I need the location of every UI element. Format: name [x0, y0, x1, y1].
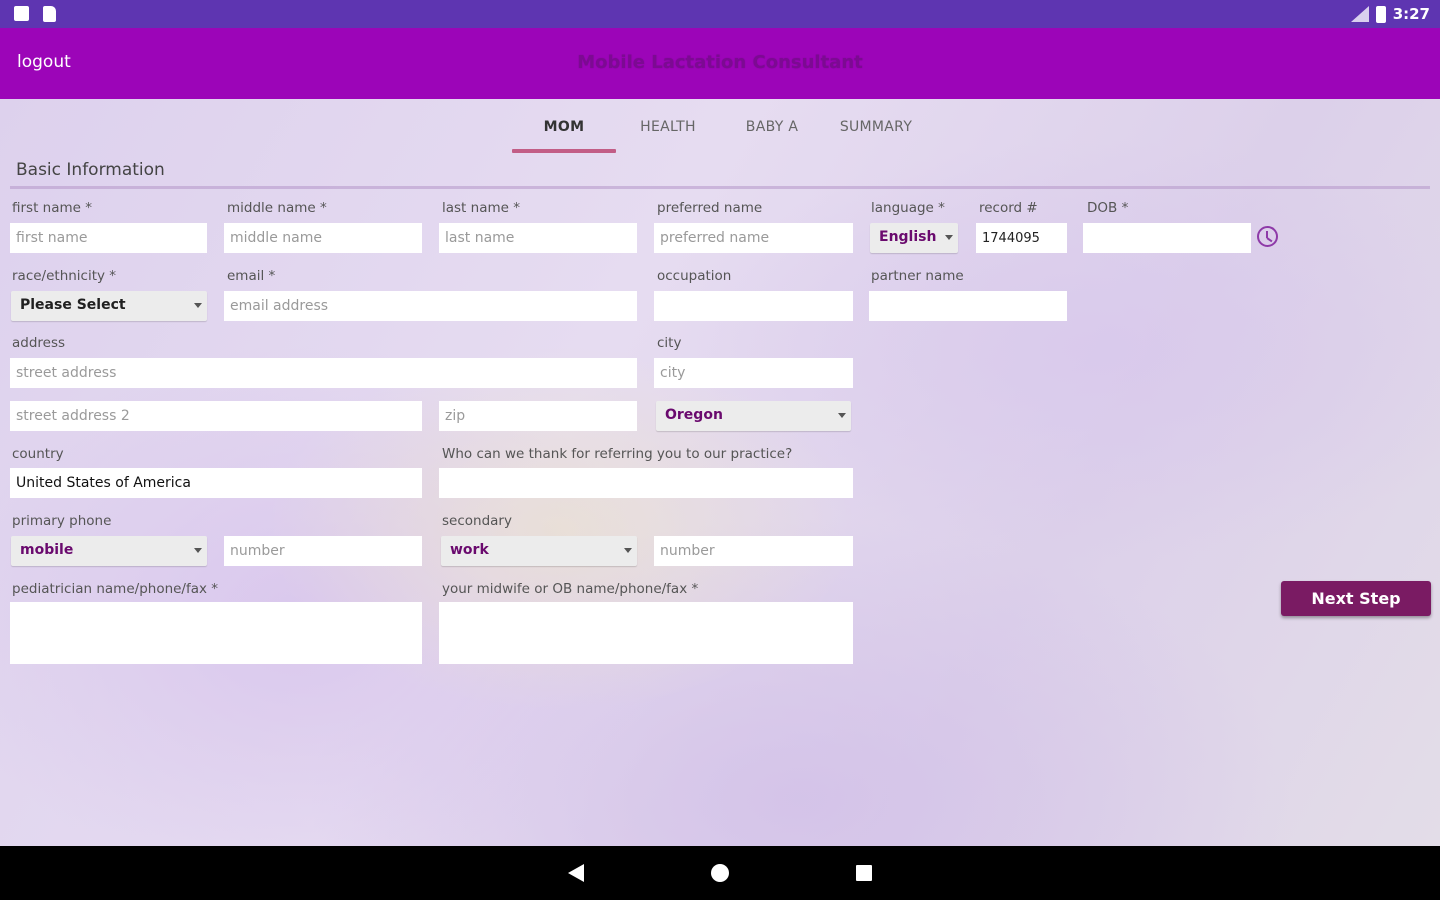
zip-input[interactable]: [439, 401, 637, 431]
back-icon[interactable]: [568, 864, 584, 882]
battery-icon: [1375, 5, 1386, 23]
primary-phone-number-input[interactable]: [224, 536, 422, 566]
country-label: country: [12, 446, 64, 462]
street-address-2-input[interactable]: [10, 401, 422, 431]
language-select[interactable]: English: [870, 223, 958, 253]
photo-icon: [14, 6, 29, 21]
tab-mom[interactable]: MOM: [512, 115, 616, 153]
country-input[interactable]: [10, 468, 422, 498]
midwife-textarea[interactable]: [439, 602, 853, 664]
record-input[interactable]: [976, 223, 1067, 253]
tab-summary[interactable]: SUMMARY: [824, 115, 928, 153]
status-time: 3:27: [1392, 5, 1430, 23]
secondary-phone-label: secondary: [442, 513, 512, 529]
form-content: MOM HEALTH BABY A SUMMARY Basic Informat…: [0, 99, 1440, 846]
section-divider: [10, 186, 1430, 189]
secondary-phone-type-select[interactable]: work: [441, 536, 637, 566]
chevron-down-icon: [194, 303, 202, 308]
primary-phone-type-value: mobile: [20, 542, 74, 558]
state-select[interactable]: Oregon: [656, 401, 851, 431]
chevron-down-icon: [945, 235, 953, 240]
city-input[interactable]: [654, 358, 853, 388]
secondary-phone-number-input[interactable]: [654, 536, 853, 566]
record-label: record #: [979, 200, 1038, 216]
midwife-label: your midwife or OB name/phone/fax *: [442, 581, 699, 597]
first-name-label: first name *: [12, 200, 92, 216]
chevron-down-icon: [838, 413, 846, 418]
status-left-icons: [14, 6, 56, 22]
occupation-input[interactable]: [654, 291, 853, 321]
clock-icon[interactable]: [1257, 226, 1278, 247]
last-name-input[interactable]: [439, 223, 637, 253]
preferred-name-label: preferred name: [657, 200, 763, 216]
chevron-down-icon: [624, 548, 632, 553]
middle-name-input[interactable]: [224, 223, 422, 253]
chevron-down-icon: [194, 548, 202, 553]
tab-bar: MOM HEALTH BABY A SUMMARY: [512, 115, 928, 153]
first-name-input[interactable]: [10, 223, 207, 253]
race-label: race/ethnicity *: [12, 268, 117, 284]
app-bar: logout Mobile Lactation Consultant: [0, 28, 1440, 99]
document-icon: [43, 6, 56, 22]
dob-input[interactable]: [1083, 223, 1251, 253]
city-label: city: [657, 335, 682, 351]
referral-input[interactable]: [439, 468, 853, 498]
secondary-phone-type-value: work: [450, 542, 489, 558]
status-bar: 3:27: [0, 0, 1440, 28]
primary-phone-type-select[interactable]: mobile: [11, 536, 207, 566]
dob-label: DOB *: [1087, 200, 1129, 216]
tab-baby-a[interactable]: BABY A: [720, 115, 824, 153]
preferred-name-input[interactable]: [654, 223, 853, 253]
address-label: address: [12, 335, 66, 351]
state-value: Oregon: [665, 407, 723, 423]
email-input[interactable]: [224, 291, 637, 321]
status-right: 3:27: [1350, 5, 1430, 23]
pediatrician-label: pediatrician name/phone/fax *: [12, 581, 219, 597]
race-value: Please Select: [20, 297, 126, 313]
middle-name-label: middle name *: [227, 200, 327, 216]
navigation-bar: [0, 846, 1440, 900]
street-address-input[interactable]: [10, 358, 637, 388]
race-select[interactable]: Please Select: [11, 291, 207, 321]
primary-phone-label: primary phone: [12, 513, 112, 529]
app-title: Mobile Lactation Consultant: [577, 52, 863, 73]
tab-health[interactable]: HEALTH: [616, 115, 720, 153]
home-icon[interactable]: [711, 864, 729, 882]
signal-icon: [1350, 6, 1369, 22]
language-label: language *: [871, 200, 945, 216]
partner-name-input[interactable]: [869, 291, 1067, 321]
email-label: email *: [227, 268, 276, 284]
language-value: English: [879, 229, 937, 245]
section-title: Basic Information: [16, 160, 165, 180]
pediatrician-textarea[interactable]: [10, 602, 422, 664]
recent-apps-icon[interactable]: [856, 865, 872, 881]
next-step-button[interactable]: Next Step: [1281, 581, 1431, 616]
referral-label: Who can we thank for referring you to ou…: [442, 446, 793, 462]
occupation-label: occupation: [657, 268, 732, 284]
last-name-label: last name *: [442, 200, 520, 216]
partner-name-label: partner name: [871, 268, 964, 284]
